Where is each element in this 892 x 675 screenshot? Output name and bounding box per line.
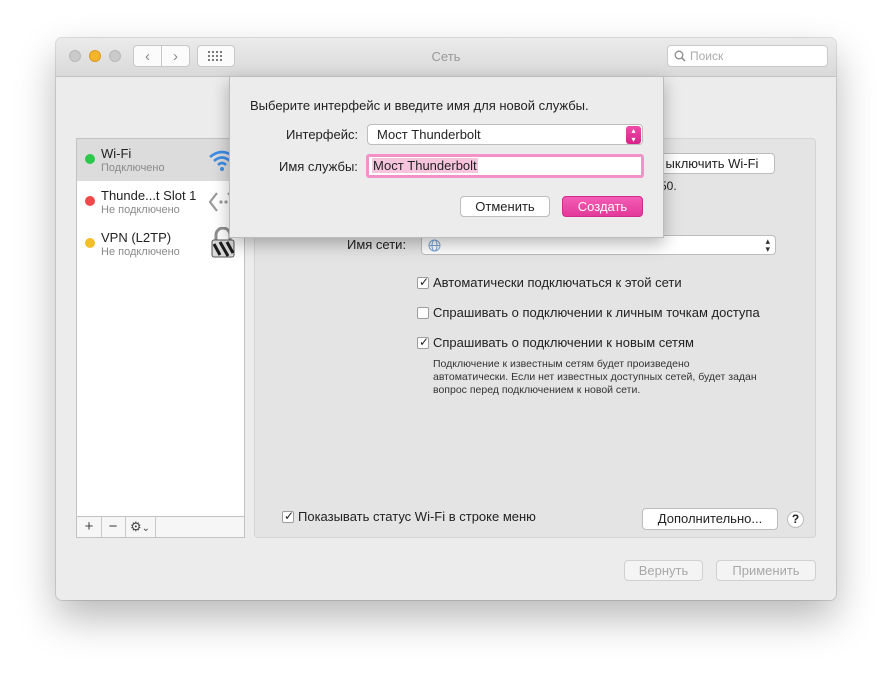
ask-new-networks-label: Спрашивать о подключении к новым сетям [433,335,694,350]
service-list[interactable]: Wi-Fi Подключено Thunde...t Slot 1 Не по… [76,138,245,538]
apply-button[interactable]: Применить [716,560,816,581]
new-service-sheet: Выберите интерфейс и введите имя для нов… [229,76,664,238]
gear-icon: ⚙ [129,519,142,534]
service-list-toolbar: + − ⚙⌄ [76,516,245,538]
service-status: Не подключено [101,204,180,216]
title-bar: ‹ › Сеть Поиск [56,38,836,77]
service-item-thunderbolt[interactable]: Thunde...t Slot 1 Не подключено [77,181,244,223]
auto-join-label: Автоматически подключаться к этой сети [433,275,682,290]
add-service-button[interactable]: + [77,517,102,537]
status-dot-disconnected [85,196,95,206]
globe-icon [428,239,441,252]
service-status: Подключено [101,162,165,174]
up-down-chevron-icon: ▴ ▾ [765,236,770,254]
ask-new-networks-checkbox[interactable] [417,335,429,349]
interface-value: Мост Thunderbolt [377,127,481,142]
service-item-vpn[interactable]: VPN (L2TP) Не подключено [77,223,244,265]
service-name-label: Имя службы: [279,159,358,174]
network-name-label: Имя сети: [347,237,407,252]
status-dot-inactive [85,238,95,248]
advanced-button[interactable]: Дополнительно... [642,508,778,530]
network-name-popup[interactable]: ▴ ▾ [421,235,776,255]
revert-button[interactable]: Вернуть [624,560,703,581]
interface-label: Интерфейс: [286,127,359,142]
up-down-chevron-icon: ▴ ▾ [626,126,641,144]
interface-popup[interactable]: Мост Thunderbolt ▴ ▾ [367,124,643,145]
service-actions-button[interactable]: ⚙⌄ [125,517,156,537]
help-button[interactable]: ? [787,511,804,528]
search-field[interactable]: Поиск [667,45,828,67]
toggle-wifi-button[interactable]: ыключить Wi-Fi [649,153,775,174]
service-name: Thunde...t Slot 1 [101,188,197,203]
help-text-line-1: Подключение к известным сетям будет прои… [433,358,690,370]
service-item-wifi[interactable]: Wi-Fi Подключено [77,139,244,181]
create-button[interactable]: Создать [562,196,643,217]
cancel-button[interactable]: Отменить [460,196,550,217]
help-text-line-3: вопрос перед подключением к новой сети. [433,384,641,396]
show-wifi-status-label: Показывать статус Wi-Fi в строке меню [298,509,536,524]
service-name: VPN (L2TP) [101,230,172,245]
search-icon [674,50,686,62]
sheet-title: Выберите интерфейс и введите имя для нов… [250,98,589,113]
service-name: Wi-Fi [101,146,132,161]
service-name-value: Мост Thunderbolt [372,158,478,173]
status-dot-connected [85,154,95,164]
ask-hotspot-label: Спрашивать о подключении к личным точкам… [433,305,760,320]
help-text-line-2: автоматически. Если нет известных доступ… [433,371,757,383]
remove-service-button[interactable]: − [101,517,126,537]
service-name-input[interactable]: Мост Thunderbolt [366,154,644,178]
service-status: Не подключено [101,246,180,258]
ask-hotspot-checkbox[interactable] [417,307,429,319]
search-placeholder: Поиск [690,49,724,63]
auto-join-checkbox[interactable] [417,275,429,289]
show-wifi-status-checkbox[interactable] [282,509,294,523]
chevron-down-icon: ⌄ [141,523,151,534]
